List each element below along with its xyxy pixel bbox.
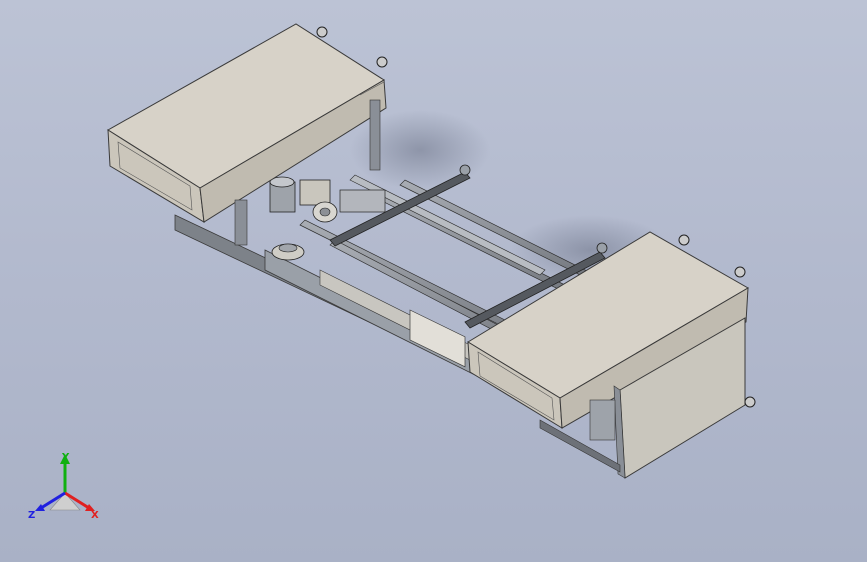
y-axis-label: Y — [61, 452, 70, 463]
leveling-foot — [316, 26, 328, 38]
leveling-foot — [744, 396, 756, 408]
leveling-foot — [678, 234, 690, 246]
view-triad[interactable]: Y X Z — [25, 448, 105, 528]
turntable[interactable] — [271, 243, 305, 261]
3d-model-view[interactable] — [0, 0, 867, 562]
leveling-foot — [734, 266, 746, 278]
leveling-foot — [376, 56, 388, 68]
graphics-viewport[interactable]: Y X Z — [0, 0, 867, 562]
z-axis-label: Z — [28, 510, 35, 521]
x-axis-label: X — [91, 510, 99, 521]
